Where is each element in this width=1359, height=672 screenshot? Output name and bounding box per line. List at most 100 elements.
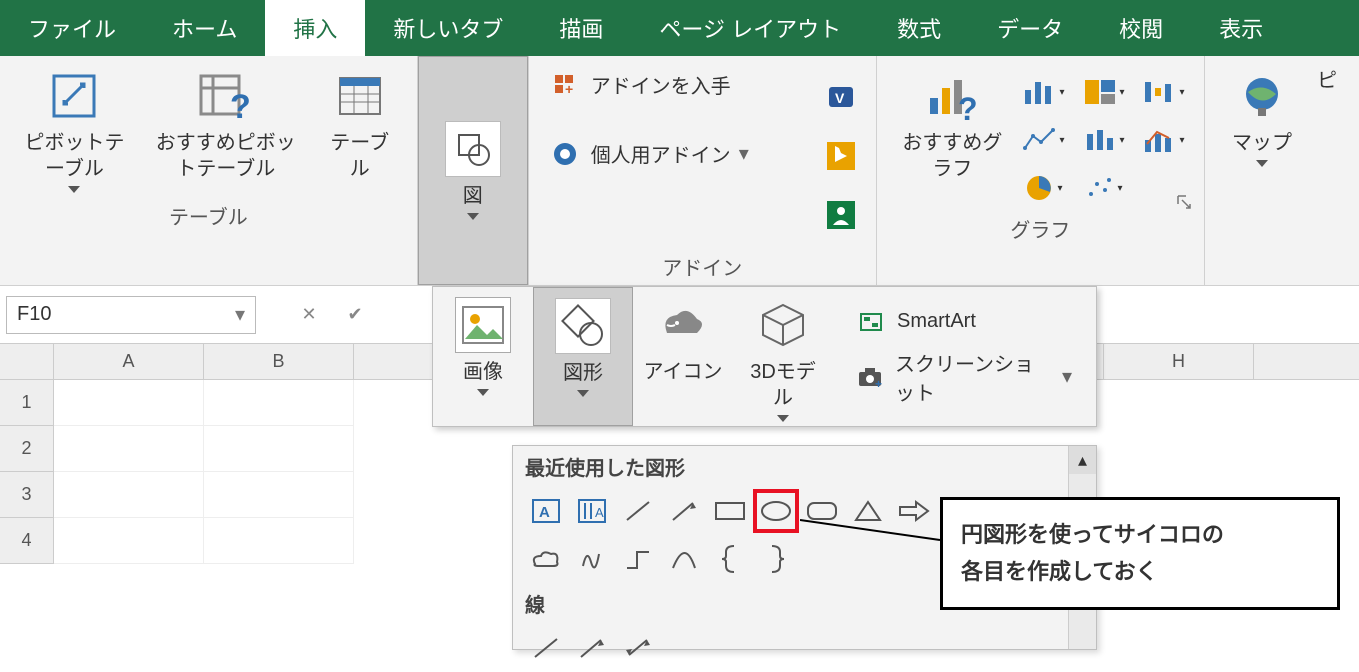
cloud-shape[interactable]	[523, 537, 569, 581]
scribble-shape[interactable]	[569, 537, 615, 581]
column-chart-button[interactable]: ▾	[1016, 70, 1072, 114]
visio-addin-icon[interactable]: V	[824, 80, 858, 114]
svg-text:V: V	[835, 90, 845, 106]
shapes-icon	[445, 121, 501, 177]
line-arrow-shape[interactable]	[661, 489, 707, 533]
statistic-chart-button[interactable]: ▾	[1076, 118, 1132, 162]
tab-file[interactable]: ファイル	[0, 0, 144, 56]
pictures-icon	[455, 297, 511, 353]
table-label: テーブル	[325, 130, 395, 182]
icons-button[interactable]: アイコン	[633, 287, 733, 426]
table-button[interactable]: テーブル	[315, 64, 405, 197]
vertical-textbox-shape[interactable]: A	[569, 489, 615, 533]
select-all-corner[interactable]	[0, 344, 54, 379]
cell[interactable]	[204, 518, 354, 564]
col-header[interactable]: H	[1104, 344, 1254, 379]
tab-view[interactable]: 表示	[1191, 0, 1291, 56]
tab-formulas[interactable]: 数式	[869, 0, 969, 56]
line-shape-2[interactable]	[523, 626, 569, 670]
connector-elbow-shape[interactable]	[615, 537, 661, 581]
group-addins: + アドインを入手 個人用アドイン ▾ V アドイン	[529, 56, 877, 285]
screenshot-button[interactable]: + スクリーンショット ▾	[847, 342, 1082, 412]
cell[interactable]	[54, 518, 204, 564]
col-header[interactable]: A	[54, 344, 204, 379]
double-arrow-shape[interactable]	[615, 626, 661, 670]
recommended-pivot-icon: ?	[198, 68, 254, 124]
arrow-line-shape[interactable]	[569, 626, 615, 670]
svg-text:A: A	[539, 504, 550, 521]
rectangle-shape[interactable]	[707, 489, 753, 533]
annotation-callout: 円図形を使ってサイコロの 各目を作成しておく	[940, 497, 1340, 610]
get-addins-button[interactable]: + アドインを入手	[541, 64, 818, 105]
illustrations-label: 図	[463, 183, 483, 220]
tab-home[interactable]: ホーム	[144, 0, 265, 56]
oval-shape[interactable]	[753, 489, 799, 533]
right-brace-shape[interactable]	[753, 537, 799, 581]
cell[interactable]	[204, 426, 354, 472]
svg-text:+: +	[875, 377, 882, 388]
cell[interactable]	[204, 472, 354, 518]
chevron-down-icon: ▾	[1062, 364, 1072, 389]
my-addins-button[interactable]: 個人用アドイン ▾	[541, 133, 818, 174]
row-header[interactable]: 3	[0, 472, 54, 518]
group-tables: ピボットテーブル ? おすすめピボットテーブル テーブル テーブル	[0, 56, 418, 285]
row-header[interactable]: 1	[0, 380, 54, 426]
callout-connector	[800, 510, 950, 550]
smartart-button[interactable]: SmartArt	[847, 302, 1082, 342]
tab-newtab[interactable]: 新しいタブ	[365, 0, 531, 56]
bing-addin-icon[interactable]	[824, 139, 858, 173]
tab-pagelayout[interactable]: ページ レイアウト	[631, 0, 869, 56]
people-addin-icon[interactable]	[824, 198, 858, 232]
left-brace-shape[interactable]	[707, 537, 753, 581]
cell[interactable]	[54, 380, 204, 426]
waterfall-chart-button[interactable]: ▾	[1136, 70, 1192, 114]
name-box[interactable]: F10 ▾	[6, 296, 256, 334]
combo-chart-button[interactable]: ▾	[1136, 118, 1192, 162]
line-shape[interactable]	[615, 489, 661, 533]
illustrations-button[interactable]: 図	[418, 56, 528, 285]
pie-chart-button[interactable]: ▾	[1016, 166, 1072, 210]
group-maps: マップ ピ	[1205, 56, 1359, 285]
tab-review[interactable]: 校閲	[1091, 0, 1191, 56]
row-header[interactable]: 2	[0, 426, 54, 472]
col-header[interactable]: B	[204, 344, 354, 379]
textbox-shape[interactable]: A	[523, 489, 569, 533]
line-chart-button[interactable]: ▾	[1016, 118, 1072, 162]
scatter-chart-button[interactable]: ▾	[1076, 166, 1132, 210]
table-icon	[332, 68, 388, 124]
map-label: マップ	[1232, 130, 1292, 167]
shapes-label: 図形	[563, 360, 603, 397]
recommended-charts-label: おすすめグラフ	[899, 130, 1006, 182]
scroll-up-icon[interactable]: ▴	[1069, 446, 1096, 474]
shapes-menu-icon	[555, 298, 611, 354]
globe-icon	[1234, 68, 1290, 124]
ribbon-tabs: ファイル ホーム 挿入 新しいタブ 描画 ページ レイアウト 数式 データ 校閲…	[0, 0, 1359, 56]
enter-formula-button[interactable]: ✔	[332, 296, 378, 334]
curve-shape[interactable]	[661, 537, 707, 581]
screenshot-label: スクリーンショット	[895, 348, 1054, 406]
recommended-charts-button[interactable]: ? おすすめグラフ	[889, 64, 1016, 210]
cell[interactable]	[204, 380, 354, 426]
cancel-formula-button[interactable]: ✕	[286, 296, 332, 334]
shapes-button[interactable]: 図形	[533, 287, 633, 426]
ribbon-panel: ピボットテーブル ? おすすめピボットテーブル テーブル テーブル 図	[0, 56, 1359, 286]
pivot-table-button[interactable]: ピボットテーブル	[12, 64, 137, 197]
cell[interactable]	[54, 426, 204, 472]
tab-draw[interactable]: 描画	[531, 0, 631, 56]
pictures-label: 画像	[463, 359, 503, 396]
row-header[interactable]: 4	[0, 518, 54, 564]
recommended-pivot-button[interactable]: ? おすすめピボットテーブル	[137, 64, 315, 197]
cell[interactable]	[54, 472, 204, 518]
chevron-down-icon[interactable]: ▾	[235, 302, 245, 327]
map-button[interactable]: マップ	[1217, 64, 1307, 171]
tab-insert[interactable]: 挿入	[265, 0, 365, 56]
hierarchy-chart-button[interactable]: ▾	[1076, 70, 1132, 114]
group-tables-label: テーブル	[12, 197, 405, 232]
pictures-button[interactable]: 画像	[433, 287, 533, 426]
pivotchart-button[interactable]: ピ	[1307, 64, 1347, 171]
3d-models-button[interactable]: 3Dモデル	[733, 287, 833, 426]
chart-launcher-icon[interactable]	[1136, 166, 1192, 210]
recommended-pivot-label: おすすめピボットテーブル	[147, 130, 305, 182]
icons-label: アイコン	[644, 359, 723, 385]
tab-data[interactable]: データ	[969, 0, 1091, 56]
